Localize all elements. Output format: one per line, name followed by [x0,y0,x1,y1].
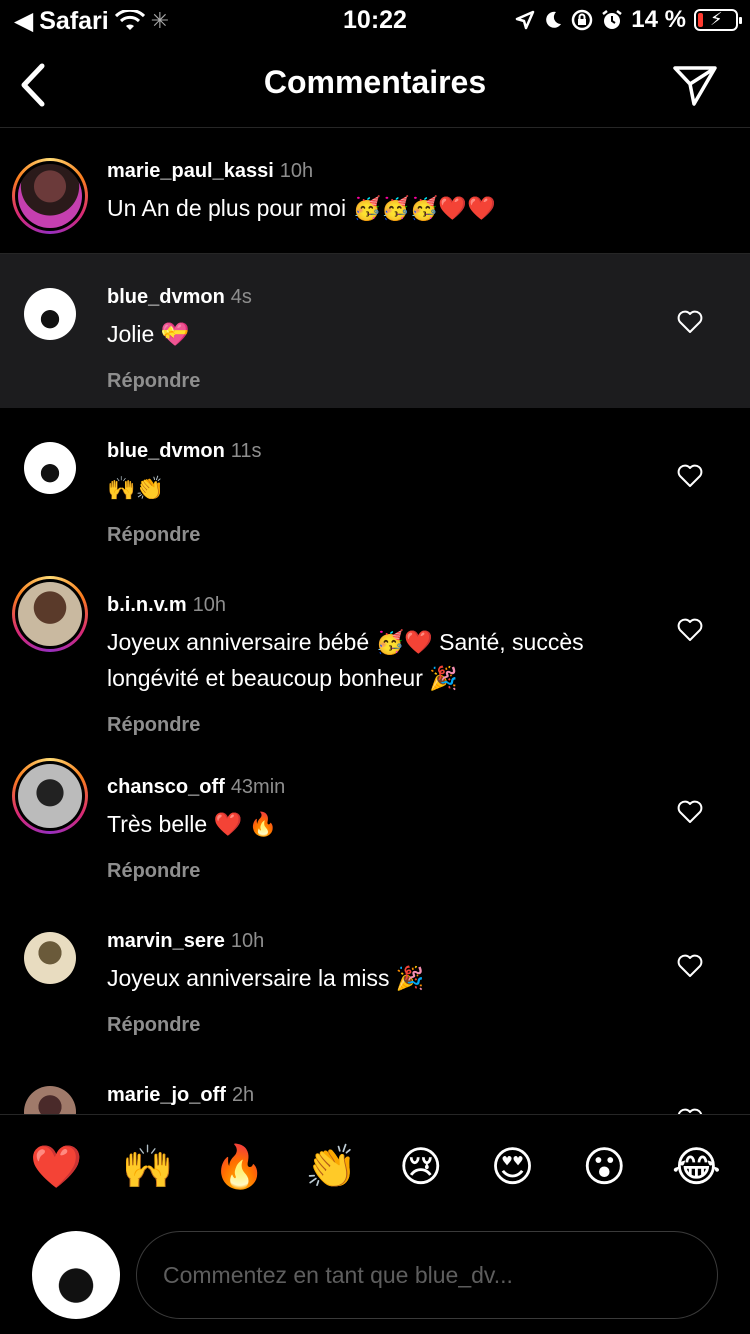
timestamp: 10h [230,930,265,952]
comment-text: 🙌👏 [107,475,165,501]
username[interactable]: blue_dvmon [107,440,225,462]
heart-icon[interactable] [676,616,704,644]
heart-icon[interactable] [676,1106,704,1114]
reaction-heart[interactable]: ❤️ [30,1143,82,1191]
comment-avatar[interactable] [12,430,88,506]
comment-content: chansco_off 43min Très belle ❤️ 🔥 Répondr… [107,774,640,883]
reaction-laughing[interactable]: 😂 [672,1143,721,1191]
comment-content: marie_jo_off 2h [107,1082,640,1114]
reply-button[interactable]: Répondre [107,524,640,547]
comment-avatar-ring[interactable] [12,576,88,652]
page-title: Commentaires [263,64,487,100]
current-user-avatar [32,1231,120,1319]
username[interactable]: chansco_off [107,776,225,798]
comment-item: chansco_off 43min Très belle ❤️ 🔥 Répondr… [0,744,750,898]
battery-percent: 14 % [631,6,686,33]
caption-content: marie_paul_kassi 10h Un An de plus pour m… [107,158,640,226]
comment-avatar-ring[interactable] [12,758,88,834]
nav-bar: Commentaires [0,42,750,128]
avatar [24,442,76,494]
comment-text: Joyeux anniversaire bébé 🥳❤️ Santé, succ… [107,629,584,691]
lock-rotation-icon [572,9,593,31]
screen: ◀ Safari ✳ 10:22 14 % ⚡ Commentaires mar… [0,0,750,1334]
comments-list[interactable]: marie_paul_kassi 10h Un An de plus pour m… [0,128,750,1114]
avatar [18,582,82,646]
reaction-clap[interactable]: 👏 [305,1143,357,1191]
comment-item: blue_dvmon 4s Jolie 💝 Répondre [0,254,750,408]
comment-item: b.i.n.v.m 10h Joyeux anniversaire bébé 🥳❤… [0,562,750,744]
avatar [24,932,76,984]
timestamp: 10h [279,160,314,182]
charging-bolt-icon: ⚡ [710,9,723,29]
comment-text: Joyeux anniversaire la miss 🎉 [107,965,425,991]
timestamp: 11s [230,440,262,462]
comment-input-box[interactable] [136,1231,718,1319]
avatar [18,164,82,228]
reply-button[interactable]: Répondre [107,860,640,883]
comment-content: blue_dvmon 4s Jolie 💝 Répondre [107,284,640,393]
avatar [24,1086,76,1114]
caption-avatar-ring[interactable] [12,158,88,234]
alarm-icon [602,10,623,29]
caption-text: Un An de plus pour moi 🥳🥳🥳❤️❤️ [107,195,496,221]
comment-avatar[interactable] [12,276,88,352]
avatar [24,288,76,340]
reply-button[interactable]: Répondre [107,714,640,737]
comment-content: b.i.n.v.m 10h Joyeux anniversaire bébé 🥳❤… [107,592,640,737]
username[interactable]: blue_dvmon [107,286,225,308]
comment-item: marvin_sere 10h Joyeux anniversaire la mi… [0,898,750,1052]
timestamp: 2h [231,1084,255,1106]
location-icon [516,10,535,30]
username[interactable]: marvin_sere [107,930,225,952]
battery-icon: ⚡ [694,9,742,31]
comment-text: Jolie 💝 [107,321,190,347]
comment-avatar[interactable] [12,920,88,996]
timestamp: 4s [230,286,252,308]
username[interactable]: marie_jo_off [107,1084,226,1106]
heart-icon[interactable] [676,952,704,980]
reply-button[interactable]: Répondre [107,370,640,393]
comment-content: marvin_sere 10h Joyeux anniversaire la mi… [107,928,640,1037]
username[interactable]: marie_paul_kassi [107,160,274,182]
status-right: 14 % ⚡ [515,6,742,34]
comment-text: Très belle ❤️ 🔥 [107,811,278,837]
avatar [18,764,82,828]
reaction-fire[interactable]: 🔥 [213,1143,265,1191]
reply-button[interactable]: Répondre [107,1014,640,1037]
heart-icon[interactable] [676,308,704,336]
status-bar: ◀ Safari ✳ 10:22 14 % ⚡ [0,0,750,42]
battery-level [698,13,703,27]
username[interactable]: b.i.n.v.m [107,594,187,616]
comment-avatar[interactable] [12,1074,88,1114]
comment-content: blue_dvmon 11s 🙌👏 Répondre [107,438,640,547]
reaction-surprised[interactable]: 😮 [580,1143,628,1191]
comment-input[interactable] [163,1261,691,1289]
comment-item: blue_dvmon 11s 🙌👏 Répondre [0,408,750,562]
send-icon[interactable] [670,60,720,110]
timestamp: 10h [192,594,227,616]
moon-icon [546,11,562,28]
heart-icon[interactable] [676,462,704,490]
post-caption: marie_paul_kassi 10h Un An de plus pour m… [0,128,750,254]
reaction-heart-eyes[interactable]: 😍 [489,1143,537,1191]
comment-item: marie_jo_off 2h [0,1052,750,1114]
comment-composer: ❤️ 🙌 🔥 👏 😢 😍 😮 😂 [0,1114,750,1334]
reaction-raised-hands[interactable]: 🙌 [122,1143,174,1191]
heart-icon[interactable] [676,798,704,826]
timestamp: 43min [230,776,286,798]
quick-reactions: ❤️ 🙌 🔥 👏 😢 😍 😮 😂 [0,1143,750,1191]
reaction-crying[interactable]: 😢 [397,1143,445,1191]
